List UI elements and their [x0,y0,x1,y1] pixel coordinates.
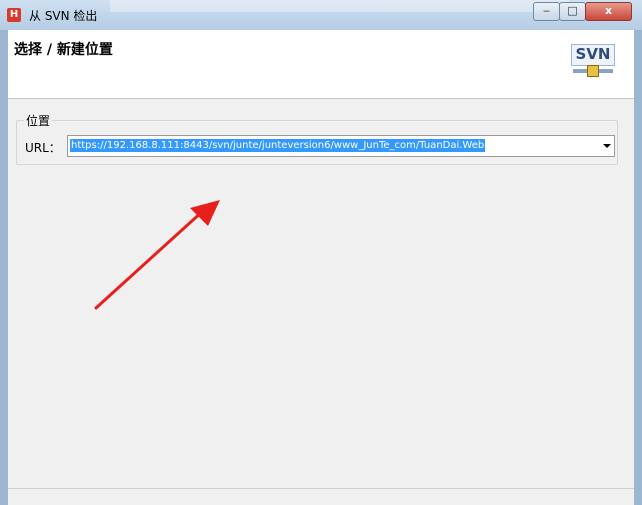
maximize-button[interactable]: □ [559,2,586,21]
window-title: 从 SVN 检出 [29,9,98,23]
location-group: 位置 URL： https://192.168.8.111:8443/svn/j… [16,112,618,165]
annotation-arrow-head [190,200,220,226]
url-combo-box[interactable]: https://192.168.8.111:8443/svn/junte/jun… [67,135,615,157]
url-label: URL： [25,141,61,155]
close-button[interactable]: x [585,2,632,21]
page-title: 选择 / 新建位置 [14,42,113,58]
url-input[interactable]: https://192.168.8.111:8443/svn/junte/jun… [70,139,486,152]
app-icon: H [7,8,21,22]
window-titlebar: H 从 SVN 检出 ‒ □ x [0,0,642,30]
svn-logo-text: SVN [571,44,615,66]
titlebar-background-ghost [110,0,570,12]
annotation-arrow-shaft [94,208,206,310]
annotation-arrow-icon [94,200,220,310]
wizard-header: 选择 / 新建位置 SVN [8,30,634,99]
minimize-button[interactable]: ‒ [533,2,560,21]
svn-logo-knob [587,65,599,77]
chevron-down-icon[interactable] [603,144,611,148]
svn-logo-icon: SVN [569,41,617,83]
location-group-label: 位置 [24,112,53,129]
bottom-divider [8,488,634,489]
dialog-client-area: 选择 / 新建位置 SVN 位置 URL： https://192.168.8.… [8,30,634,505]
